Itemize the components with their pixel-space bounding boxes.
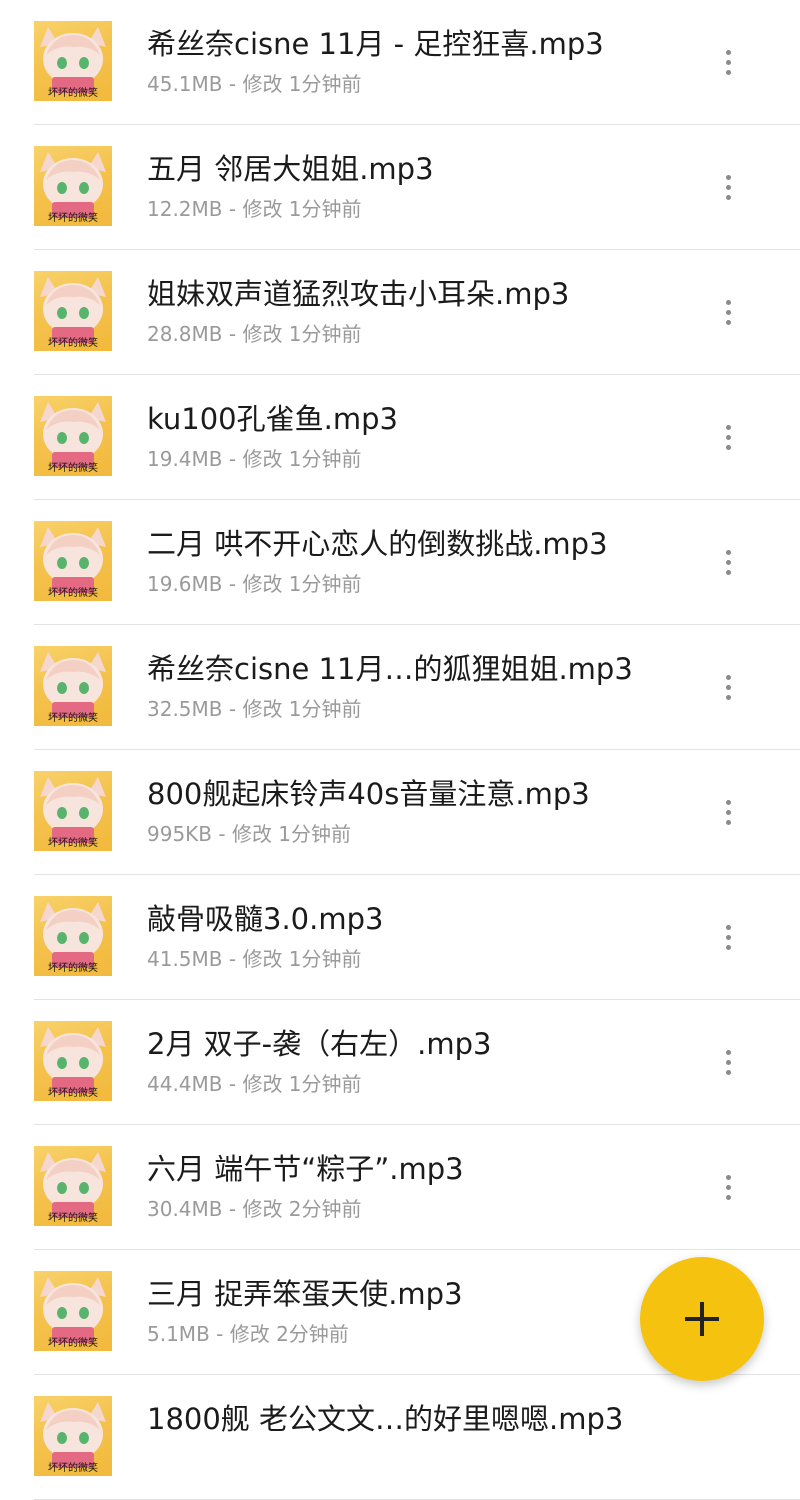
more-vert-icon[interactable] xyxy=(708,917,748,957)
file-name: 希丝奈cisne 11月 - 足控狂喜.mp3 xyxy=(147,27,604,61)
file-meta: 45.1MB - 修改 1分钟前 xyxy=(147,72,362,96)
thumbnail-caption: 坏坏的微笑 xyxy=(48,1336,98,1349)
list-item[interactable]: 坏坏的微笑 五月 邻居大姐姐.mp3 12.2MB - 修改 1分钟前 xyxy=(0,125,800,250)
list-item[interactable]: 坏坏的微笑 800舰起床铃声40s音量注意.mp3 995KB - 修改 1分钟… xyxy=(0,750,800,875)
more-vert-icon[interactable] xyxy=(708,542,748,582)
file-name: 敲骨吸髓3.0.mp3 xyxy=(147,902,384,936)
file-meta: 19.6MB - 修改 1分钟前 xyxy=(147,572,362,596)
file-meta: 995KB - 修改 1分钟前 xyxy=(147,822,352,846)
file-meta: 44.4MB - 修改 1分钟前 xyxy=(147,1072,362,1096)
more-vert-icon[interactable] xyxy=(708,1167,748,1207)
thumbnail-image: 坏坏的微笑 xyxy=(34,646,112,726)
add-fab-button[interactable]: + xyxy=(640,1257,764,1381)
file-name: 五月 邻居大姐姐.mp3 xyxy=(147,152,434,186)
list-item[interactable]: 坏坏的微笑 姐妹双声道猛烈攻击小耳朵.mp3 28.8MB - 修改 1分钟前 xyxy=(0,250,800,375)
more-vert-icon[interactable] xyxy=(708,417,748,457)
more-vert-icon[interactable] xyxy=(708,42,748,82)
list-item[interactable]: 坏坏的微笑 ku100孔雀鱼.mp3 19.4MB - 修改 1分钟前 xyxy=(0,375,800,500)
thumbnail-image: 坏坏的微笑 xyxy=(34,271,112,351)
thumbnail-image: 坏坏的微笑 xyxy=(34,1396,112,1476)
plus-icon xyxy=(685,1302,719,1336)
file-name: ku100孔雀鱼.mp3 xyxy=(147,402,398,436)
list-item[interactable]: 坏坏的微笑 希丝奈cisne 11月…的狐狸姐姐.mp3 32.5MB - 修改… xyxy=(0,625,800,750)
list-item[interactable]: 坏坏的微笑 2月 双子-袭（右左）.mp3 44.4MB - 修改 1分钟前 xyxy=(0,1000,800,1125)
file-meta: 32.5MB - 修改 1分钟前 xyxy=(147,697,362,721)
file-meta: 19.4MB - 修改 1分钟前 xyxy=(147,447,362,471)
thumbnail-image: 坏坏的微笑 xyxy=(34,146,112,226)
thumbnail-image: 坏坏的微笑 xyxy=(34,1021,112,1101)
thumbnail-image: 坏坏的微笑 xyxy=(34,521,112,601)
thumbnail-image: 坏坏的微笑 xyxy=(34,896,112,976)
file-name: 三月 捉弄笨蛋天使.mp3 xyxy=(147,1277,463,1311)
file-name: 1800舰 老公文文…的好里嗯嗯.mp3 xyxy=(147,1402,624,1436)
list-item[interactable]: 坏坏的微笑 敲骨吸髓3.0.mp3 41.5MB - 修改 1分钟前 xyxy=(0,875,800,1000)
list-item[interactable]: 坏坏的微笑 1800舰 老公文文…的好里嗯嗯.mp3 xyxy=(0,1375,800,1500)
file-name: 六月 端午节“粽子”.mp3 xyxy=(147,1152,464,1186)
thumbnail-caption: 坏坏的微笑 xyxy=(48,1086,98,1099)
list-item[interactable]: 坏坏的微笑 希丝奈cisne 11月 - 足控狂喜.mp3 45.1MB - 修… xyxy=(0,0,800,125)
more-vert-icon[interactable] xyxy=(708,292,748,332)
list-item[interactable]: 坏坏的微笑 二月 哄不开心恋人的倒数挑战.mp3 19.6MB - 修改 1分钟… xyxy=(0,500,800,625)
file-name: 2月 双子-袭（右左）.mp3 xyxy=(147,1027,492,1061)
thumbnail-caption: 坏坏的微笑 xyxy=(48,461,98,474)
file-meta: 5.1MB - 修改 2分钟前 xyxy=(147,1322,349,1346)
thumbnail-caption: 坏坏的微笑 xyxy=(48,586,98,599)
file-meta: 41.5MB - 修改 1分钟前 xyxy=(147,947,362,971)
thumbnail-image: 坏坏的微笑 xyxy=(34,1146,112,1226)
thumbnail-image: 坏坏的微笑 xyxy=(34,396,112,476)
file-meta: 30.4MB - 修改 2分钟前 xyxy=(147,1197,362,1221)
file-meta: 12.2MB - 修改 1分钟前 xyxy=(147,197,362,221)
thumbnail-caption: 坏坏的微笑 xyxy=(48,1461,98,1474)
thumbnail-image: 坏坏的微笑 xyxy=(34,21,112,101)
thumbnail-caption: 坏坏的微笑 xyxy=(48,336,98,349)
file-meta: 28.8MB - 修改 1分钟前 xyxy=(147,322,362,346)
thumbnail-caption: 坏坏的微笑 xyxy=(48,211,98,224)
thumbnail-image: 坏坏的微笑 xyxy=(34,1271,112,1351)
more-vert-icon[interactable] xyxy=(708,167,748,207)
more-vert-icon[interactable] xyxy=(708,667,748,707)
file-name: 希丝奈cisne 11月…的狐狸姐姐.mp3 xyxy=(147,652,633,686)
thumbnail-caption: 坏坏的微笑 xyxy=(48,836,98,849)
thumbnail-caption: 坏坏的微笑 xyxy=(48,1211,98,1224)
more-vert-icon[interactable] xyxy=(708,1042,748,1082)
file-name: 800舰起床铃声40s音量注意.mp3 xyxy=(147,777,590,811)
thumbnail-caption: 坏坏的微笑 xyxy=(48,86,98,99)
file-name: 姐妹双声道猛烈攻击小耳朵.mp3 xyxy=(147,277,570,311)
thumbnail-caption: 坏坏的微笑 xyxy=(48,961,98,974)
more-vert-icon[interactable] xyxy=(708,792,748,832)
thumbnail-caption: 坏坏的微笑 xyxy=(48,711,98,724)
list-item[interactable]: 坏坏的微笑 六月 端午节“粽子”.mp3 30.4MB - 修改 2分钟前 xyxy=(0,1125,800,1250)
thumbnail-image: 坏坏的微笑 xyxy=(34,771,112,851)
file-name: 二月 哄不开心恋人的倒数挑战.mp3 xyxy=(147,527,608,561)
